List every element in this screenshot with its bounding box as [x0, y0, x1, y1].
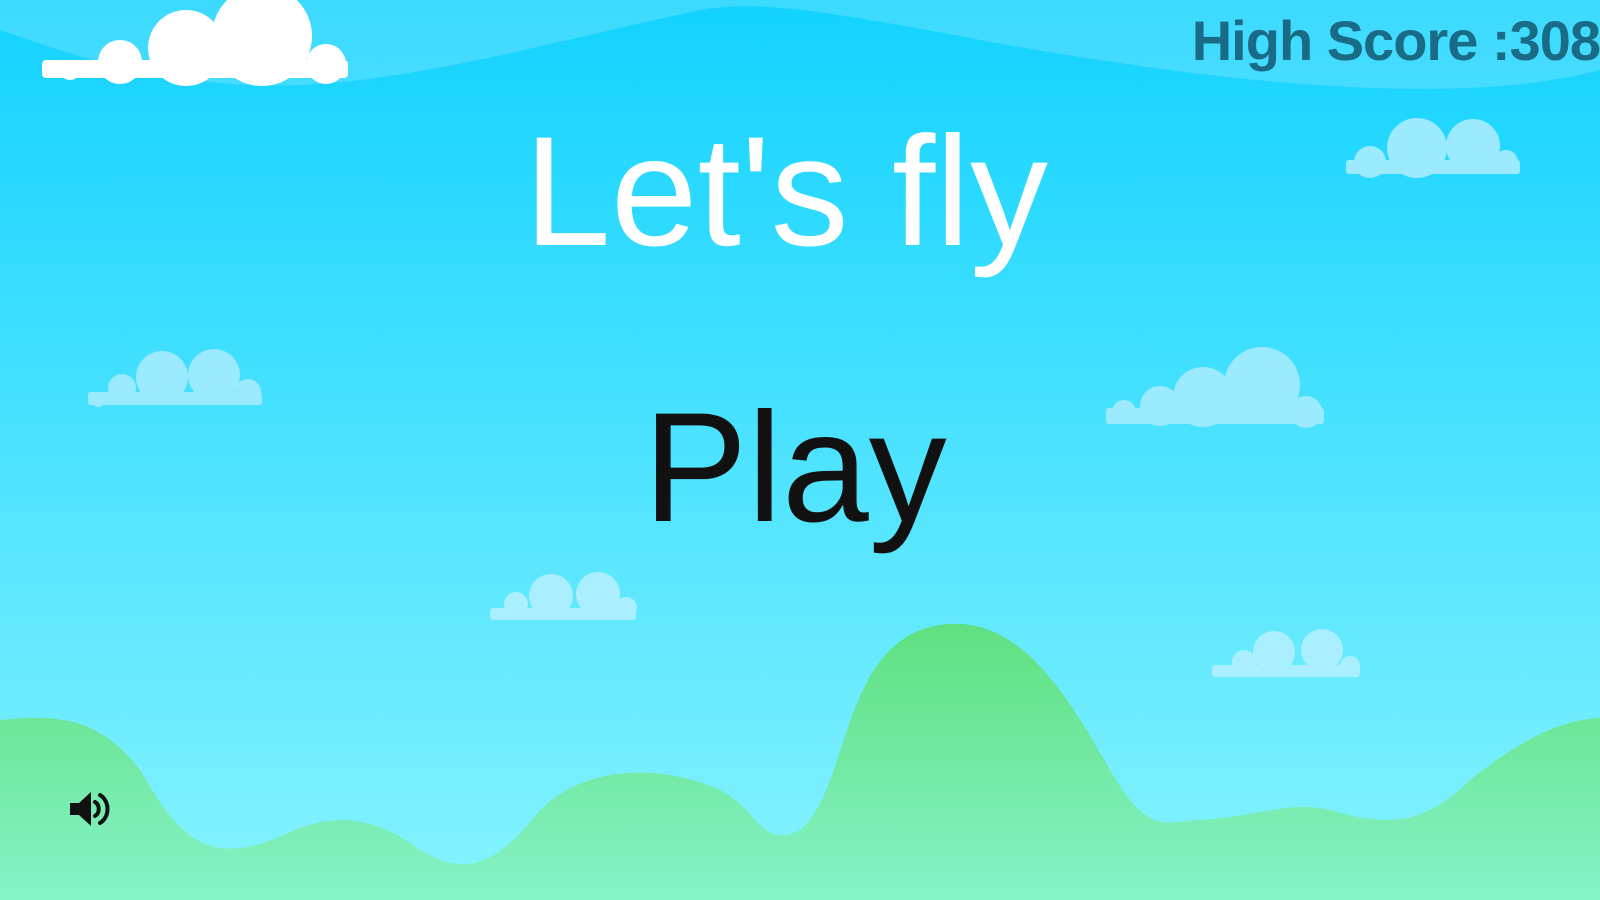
game-screen: High Score :308 Let's fly Play — [0, 0, 1600, 900]
speaker-volume-icon — [70, 792, 110, 826]
play-button[interactable]: Play — [620, 378, 970, 558]
game-title: Let's fly — [524, 105, 1048, 279]
sound-toggle-button[interactable] — [66, 784, 116, 834]
high-score-label: High Score :308 — [1191, 9, 1600, 72]
